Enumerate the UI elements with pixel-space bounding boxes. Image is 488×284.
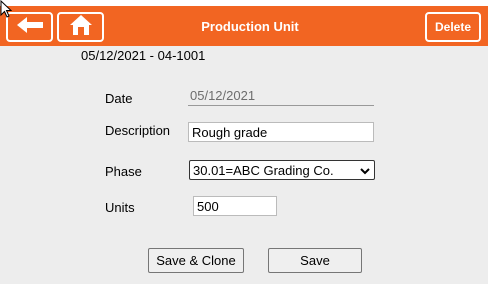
description-label: Description — [105, 123, 171, 138]
phase-selected-value: 30.01=ABC Grading Co. — [193, 162, 334, 178]
units-label: Units — [105, 200, 135, 215]
arrow-left-icon — [16, 16, 43, 38]
delete-button[interactable]: Delete — [425, 12, 481, 42]
back-button[interactable] — [6, 12, 53, 42]
record-summary: 05/12/2021 - 04-1001 — [81, 48, 206, 63]
phase-select[interactable]: 30.01=ABC Grading Co. — [189, 160, 375, 180]
home-button[interactable] — [57, 12, 104, 42]
mouse-cursor-icon — [0, 0, 13, 23]
save-clone-button[interactable]: Save & Clone — [148, 248, 244, 273]
header-bar: Production Unit Delete — [0, 6, 488, 46]
description-field[interactable] — [188, 122, 374, 142]
date-label: Date — [105, 91, 133, 106]
units-field[interactable] — [193, 196, 277, 216]
date-field[interactable] — [188, 86, 374, 106]
page-title: Production Unit — [201, 19, 299, 34]
home-icon — [69, 14, 92, 40]
phase-label: Phase — [105, 164, 142, 179]
save-button[interactable]: Save — [268, 248, 362, 273]
chevron-down-icon — [360, 163, 370, 178]
